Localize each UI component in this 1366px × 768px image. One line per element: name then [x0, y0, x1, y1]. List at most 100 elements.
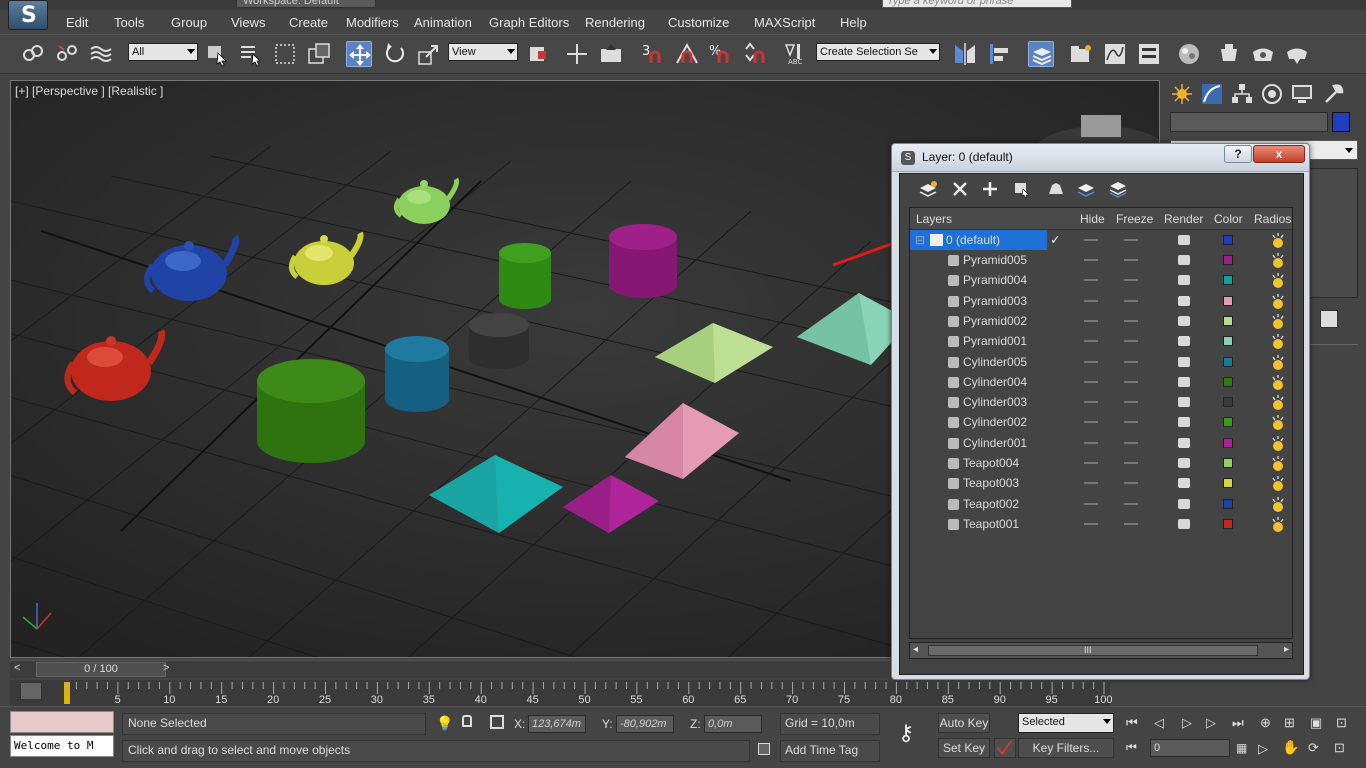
- select-object-icon[interactable]: [204, 41, 230, 67]
- delete-layer-icon[interactable]: [950, 180, 970, 198]
- next-frame-icon[interactable]: >: [163, 662, 169, 674]
- cylinder-green[interactable]: [499, 243, 551, 309]
- radiosity-icon[interactable]: [1270, 354, 1286, 370]
- render-toggle-icon[interactable]: [1178, 458, 1190, 468]
- keyboard-shortcut-override-icon[interactable]: [598, 41, 624, 67]
- layer-object-row[interactable]: Pyramid004: [910, 270, 1292, 290]
- object-name[interactable]: Cylinder003: [963, 395, 1027, 409]
- next-key-icon[interactable]: ▷: [1206, 715, 1216, 731]
- freeze-toggle[interactable]: [1124, 259, 1138, 261]
- object-color-swatch[interactable]: [1223, 356, 1233, 367]
- x-coordinate-input[interactable]: 123,674m: [528, 715, 586, 733]
- maximize-toggle-icon[interactable]: ⊡: [1334, 740, 1345, 756]
- hide-toggle[interactable]: [1084, 279, 1098, 282]
- set-key-button[interactable]: Set Key: [938, 738, 990, 758]
- configure-modifier-sets-icon[interactable]: [1320, 310, 1338, 328]
- zoom-all-icon[interactable]: ⊞: [1284, 715, 1295, 731]
- cylinder-teal[interactable]: [385, 336, 449, 412]
- freeze-toggle[interactable]: [1124, 319, 1138, 322]
- motion-tab-icon[interactable]: [1260, 82, 1284, 106]
- render-toggle-icon[interactable]: [1178, 417, 1190, 428]
- object-name[interactable]: Teapot003: [963, 476, 1019, 490]
- hide-toggle[interactable]: [1084, 259, 1098, 261]
- menu-graph-editors[interactable]: Graph Editors: [489, 15, 569, 30]
- auto-key-button[interactable]: Auto Key: [938, 713, 990, 733]
- freeze-toggle[interactable]: [1124, 462, 1138, 464]
- object-name-field[interactable]: [1170, 112, 1328, 132]
- rendered-frame-window-icon[interactable]: [1250, 41, 1276, 67]
- pivot-center-icon[interactable]: [526, 41, 552, 67]
- render-toggle-icon[interactable]: [1178, 315, 1190, 326]
- radiosity-icon[interactable]: [1270, 293, 1286, 309]
- layer-object-row[interactable]: Teapot001: [910, 514, 1292, 534]
- freeze-unfreeze-all-layers-icon[interactable]: [1108, 180, 1128, 198]
- previous-frame-icon[interactable]: <: [14, 662, 20, 674]
- object-color-swatch[interactable]: [1332, 112, 1350, 132]
- object-name[interactable]: Cylinder001: [963, 436, 1027, 450]
- layer-object-row[interactable]: Cylinder004: [910, 372, 1292, 392]
- hide-toggle[interactable]: [1084, 239, 1098, 241]
- object-name[interactable]: Cylinder004: [963, 375, 1027, 389]
- hide-toggle[interactable]: [1084, 421, 1098, 424]
- layer-object-row[interactable]: Pyramid003: [910, 291, 1292, 311]
- layer-object-row[interactable]: Cylinder003: [910, 392, 1292, 412]
- layer-object-row[interactable]: Pyramid005: [910, 250, 1292, 270]
- hide-toggle[interactable]: [1084, 380, 1098, 383]
- layer-object-row[interactable]: Cylinder005: [910, 352, 1292, 372]
- pan-icon[interactable]: ✋: [1282, 739, 1299, 756]
- menu-edit[interactable]: Edit: [66, 15, 88, 30]
- add-time-tag-button[interactable]: Add Time Tag: [780, 740, 880, 762]
- app-logo-button[interactable]: S: [8, 0, 48, 30]
- hide-toggle[interactable]: [1084, 482, 1098, 485]
- menu-views[interactable]: Views: [231, 15, 265, 30]
- freeze-toggle[interactable]: [1124, 502, 1138, 505]
- menu-customize[interactable]: Customize: [668, 15, 729, 30]
- layer-object-row[interactable]: Cylinder001: [910, 433, 1292, 453]
- play-icon[interactable]: ▷: [1182, 715, 1192, 731]
- select-and-move-icon[interactable]: [346, 41, 372, 67]
- track-bar[interactable]: 5 10 15 20 25 30 35 40 45 50 55 60 65 70 75 80 85 90 95 100: [10, 680, 1112, 706]
- window-crossing-icon[interactable]: [306, 41, 332, 67]
- object-color-swatch[interactable]: [1223, 336, 1233, 347]
- object-color-swatch[interactable]: [1223, 376, 1233, 387]
- menu-rendering[interactable]: Rendering: [585, 15, 645, 30]
- scrollbar-thumb[interactable]: III: [928, 645, 1258, 656]
- column-hide[interactable]: Hide: [1080, 212, 1105, 226]
- layer-object-row[interactable]: Teapot002: [910, 494, 1292, 514]
- radiosity-icon[interactable]: [1270, 232, 1286, 248]
- object-color-swatch[interactable]: [1223, 295, 1233, 306]
- cylinder-grey[interactable]: [469, 313, 529, 369]
- link-icon[interactable]: [20, 41, 46, 67]
- hide-toggle[interactable]: [1084, 360, 1098, 363]
- close-button[interactable]: x: [1253, 145, 1305, 163]
- render-toggle-icon[interactable]: [1178, 255, 1190, 265]
- scroll-left-icon[interactable]: ◂: [913, 644, 918, 655]
- menu-maxscript[interactable]: MAXScript: [754, 15, 815, 30]
- object-name[interactable]: Pyramid002: [963, 314, 1027, 328]
- edit-named-selection-icon[interactable]: ABC: [782, 41, 808, 67]
- layer-name[interactable]: 0 (default): [946, 233, 1000, 247]
- object-name[interactable]: Pyramid004: [963, 273, 1027, 287]
- freeze-toggle[interactable]: [1124, 441, 1138, 444]
- reference-coordinate-select[interactable]: View: [448, 43, 518, 61]
- menu-create[interactable]: Create: [289, 15, 328, 30]
- key-mode-toggle-icon[interactable]: ⏮: [1126, 740, 1137, 755]
- key-filters-button[interactable]: Key Filters...: [1018, 738, 1114, 758]
- zoom-icon[interactable]: ⊕: [1260, 715, 1271, 731]
- search-input[interactable]: Type a keyword or phrase: [882, 0, 1072, 8]
- z-coordinate-input[interactable]: 0,0m: [704, 715, 762, 733]
- menu-modifiers[interactable]: Modifiers: [346, 15, 399, 30]
- hide-toggle[interactable]: [1084, 319, 1098, 322]
- select-highlighted-objects-icon[interactable]: [1012, 180, 1032, 198]
- previous-key-icon[interactable]: ◁: [1154, 715, 1164, 731]
- freeze-toggle[interactable]: [1124, 239, 1138, 241]
- percent-snap-icon[interactable]: %: [708, 41, 734, 67]
- object-name[interactable]: Teapot001: [963, 517, 1019, 531]
- render-toggle-icon[interactable]: [1178, 275, 1190, 286]
- render-toggle-icon[interactable]: [1178, 478, 1190, 489]
- layer-color-swatch[interactable]: [1223, 235, 1233, 245]
- utilities-tab-icon[interactable]: [1322, 82, 1346, 106]
- create-new-layer-icon[interactable]: [918, 180, 938, 198]
- render-toggle-icon[interactable]: [1178, 437, 1190, 448]
- object-color-swatch[interactable]: [1223, 478, 1233, 489]
